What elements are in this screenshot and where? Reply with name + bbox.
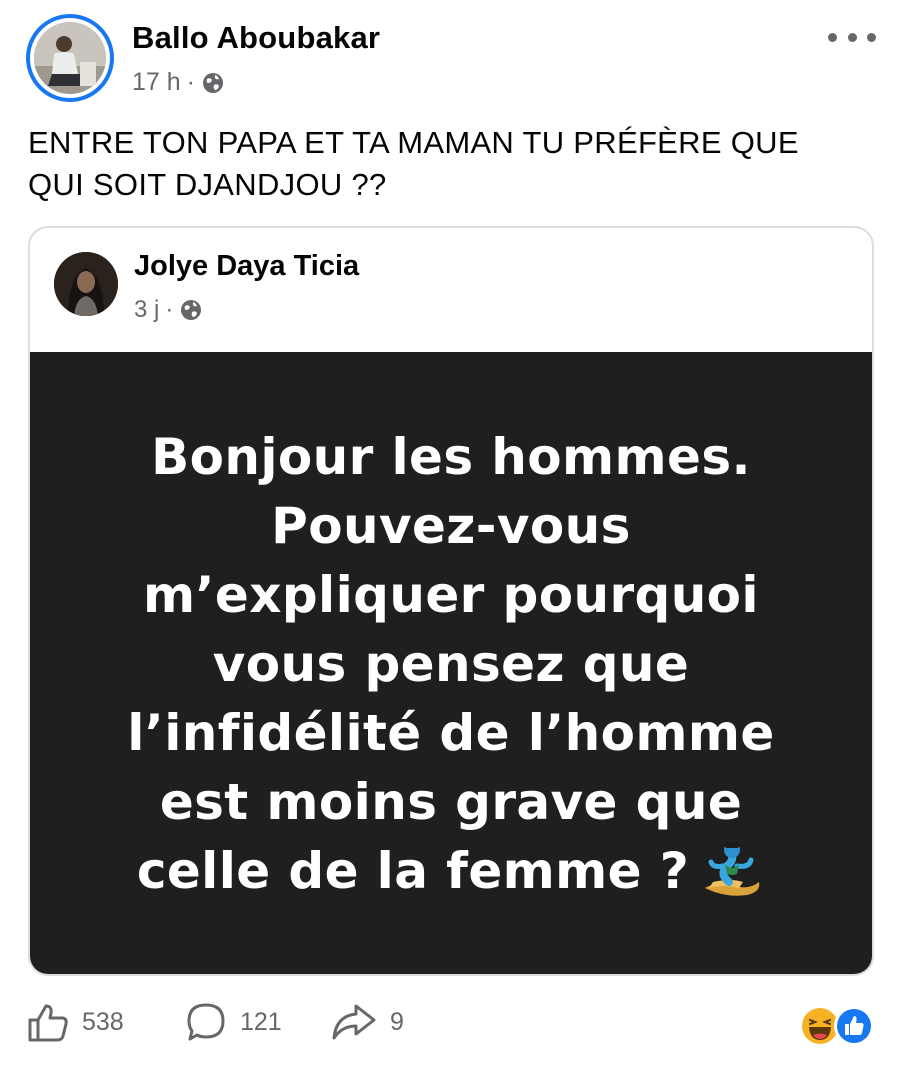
share-button[interactable]: 9	[330, 1000, 404, 1044]
share-arrow-icon	[332, 1004, 376, 1040]
shared-author-name[interactable]: Jolye Daya Ticia	[134, 250, 359, 283]
avatar-person-silhouette	[34, 22, 106, 94]
author-avatar[interactable]	[26, 14, 114, 102]
shared-post-card[interactable]: Jolye Daya Ticia 3 j · Bonjour les homme…	[28, 226, 874, 976]
post-meta: 17 h ·	[132, 68, 225, 97]
globe-icon	[181, 300, 202, 320]
more-options-button[interactable]	[828, 26, 876, 48]
comment-bubble-icon	[187, 1003, 225, 1041]
like-button[interactable]: 538	[26, 1000, 124, 1044]
genie-emoji	[705, 841, 760, 896]
meta-separator: ·	[186, 68, 195, 96]
comment-button[interactable]: 121	[184, 1000, 282, 1044]
post-time[interactable]: 17 h	[132, 68, 181, 97]
meta-separator: ·	[165, 296, 174, 323]
post-header: Ballo Aboubakar 17 h ·	[26, 14, 876, 104]
comment-count: 121	[240, 1007, 282, 1036]
shared-post-meta: 3 j ·	[134, 296, 203, 324]
avatar-photo	[34, 22, 106, 94]
quote-line: Bonjour les hommes.	[151, 427, 751, 486]
post-actions-bar: 538 121 9	[26, 1000, 876, 1054]
more-dot	[847, 32, 857, 42]
share-count: 9	[390, 1007, 404, 1036]
reactions-summary[interactable]	[800, 1006, 876, 1046]
globe-icon	[203, 72, 223, 93]
quote-line: Pouvez-vous	[271, 496, 631, 555]
author-name[interactable]: Ballo Aboubakar	[132, 20, 380, 56]
shared-text-post-image[interactable]: Bonjour les hommes. Pouvez-vous m’expliq…	[30, 352, 872, 974]
quote-line: est moins grave que	[159, 772, 743, 831]
shared-avatar-photo	[54, 252, 118, 316]
like-count: 538	[82, 1007, 124, 1036]
shared-post-time[interactable]: 3 j	[134, 296, 159, 324]
thumbs-up-icon	[28, 1004, 68, 1042]
shared-quote-text: Bonjour les hommes. Pouvez-vous m’expliq…	[71, 423, 831, 906]
quote-line: l’infidélité de l’homme	[127, 703, 775, 762]
quote-line: vous pensez que	[212, 634, 690, 693]
quote-line: m’expliquer pourquoi	[143, 565, 759, 624]
quote-line: celle de la femme ?	[136, 841, 690, 900]
post-text-line: ENTRE TON PAPA ET TA MAMAN TU PRÉFÈRE QU…	[28, 125, 799, 160]
post-text: ENTRE TON PAPA ET TA MAMAN TU PRÉFÈRE QU…	[28, 122, 874, 206]
quote-line-last: celle de la femme ?	[71, 837, 831, 906]
more-dot	[867, 32, 876, 42]
more-dot	[828, 32, 837, 42]
shared-author-avatar[interactable]	[54, 252, 118, 316]
like-reaction-icon	[834, 1006, 874, 1046]
shared-post-header: Jolye Daya Ticia 3 j ·	[30, 228, 872, 354]
post-text-line: QUI SOIT DJANDJOU ??	[28, 167, 387, 202]
